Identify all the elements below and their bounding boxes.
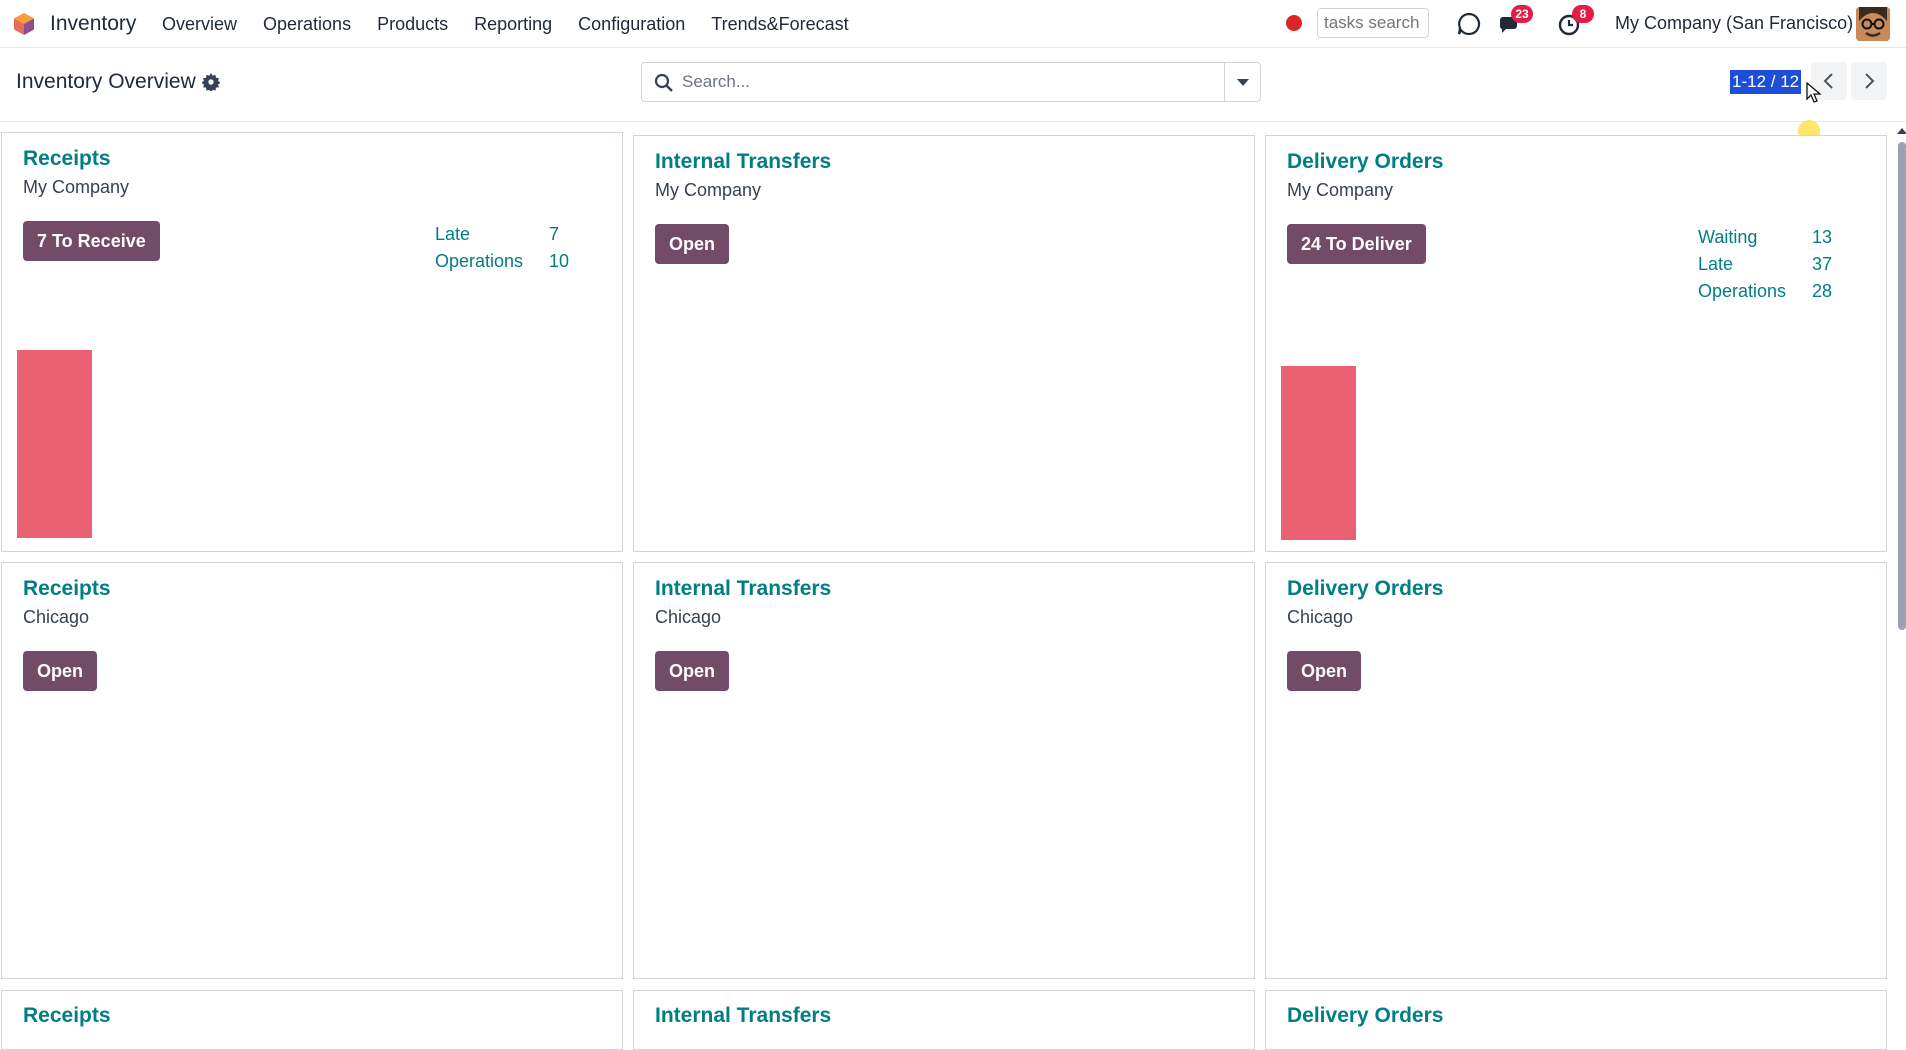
stat-operations[interactable]: Operations 28 xyxy=(1698,278,1832,305)
user-avatar[interactable] xyxy=(1856,7,1890,41)
menu-item-configuration[interactable]: Configuration xyxy=(578,14,685,35)
mouse-cursor-icon xyxy=(1806,82,1822,103)
top-navbar: Inventory Overview Operations Products R… xyxy=(0,0,1906,48)
menu-item-operations[interactable]: Operations xyxy=(263,14,351,35)
menu-item-trends-forecast[interactable]: Trends&Forecast xyxy=(711,14,848,35)
card-warehouse: My Company xyxy=(1287,180,1394,200)
voip-phone-icon[interactable] xyxy=(1456,11,1484,37)
open-button[interactable]: Open xyxy=(23,651,98,691)
operation-types-kanban: Receipts My Company 7 To Receive Late 7 … xyxy=(0,130,1887,1050)
menu-item-products[interactable]: Products xyxy=(377,14,448,35)
card-warehouse: Chicago xyxy=(1287,607,1354,627)
card-title[interactable]: Receipts xyxy=(23,147,111,171)
open-button[interactable]: Open xyxy=(1287,651,1362,691)
card-warehouse: My Company xyxy=(23,177,130,197)
menu-item-overview[interactable]: Overview xyxy=(162,14,237,35)
messages-icon[interactable]: 23 xyxy=(1497,5,1533,37)
search-icon xyxy=(654,73,673,92)
card-title[interactable]: Internal Transfers xyxy=(655,1004,831,1028)
company-switcher[interactable]: My Company (San Francisco) xyxy=(1615,13,1853,34)
chevron-left-icon xyxy=(1823,73,1833,89)
tasks-search-input[interactable] xyxy=(1317,8,1429,38)
card-title[interactable]: Delivery Orders xyxy=(1287,577,1443,601)
to-deliver-button[interactable]: 24 To Deliver xyxy=(1287,224,1426,264)
main-menu: Overview Operations Products Reporting C… xyxy=(162,0,875,48)
card-internal-transfers-chicago: Internal Transfers Chicago Open xyxy=(633,562,1255,979)
card-title[interactable]: Internal Transfers xyxy=(655,577,831,601)
stat-waiting[interactable]: Waiting 13 xyxy=(1698,224,1832,251)
scroll-thumb[interactable] xyxy=(1898,142,1906,630)
scroll-up-icon[interactable] xyxy=(1897,128,1906,134)
stat-operations[interactable]: Operations 10 xyxy=(435,248,569,275)
card-warehouse: Chicago xyxy=(23,607,90,627)
pager-next-button[interactable] xyxy=(1851,62,1887,100)
app-name[interactable]: Inventory xyxy=(50,12,136,36)
to-receive-button[interactable]: 7 To Receive xyxy=(23,221,160,261)
messages-count-badge: 23 xyxy=(1511,5,1533,23)
receipts-graph-bar[interactable] xyxy=(17,350,92,538)
open-button[interactable]: Open xyxy=(655,651,730,691)
card-stats: Late 7 Operations 10 xyxy=(435,221,569,275)
card-delivery-orders-my-company: Delivery Orders My Company 24 To Deliver… xyxy=(1265,135,1887,552)
card-internal-transfers-row3: Internal Transfers xyxy=(633,990,1255,1050)
delivery-graph-bar[interactable] xyxy=(1281,366,1356,540)
page-title: Inventory Overview xyxy=(16,70,196,93)
open-button[interactable]: Open xyxy=(655,224,730,264)
stat-late[interactable]: Late 7 xyxy=(435,221,569,248)
card-title[interactable]: Receipts xyxy=(23,577,111,601)
page-scrollbar[interactable] xyxy=(1894,128,1906,1034)
card-receipts-row3: Receipts xyxy=(1,990,623,1050)
pager-value[interactable]: 1-12 / 12 xyxy=(1730,70,1802,94)
card-delivery-orders-chicago: Delivery Orders Chicago Open xyxy=(1265,562,1887,979)
card-title[interactable]: Receipts xyxy=(23,1004,111,1028)
card-receipts-chicago: Receipts Chicago Open xyxy=(1,562,623,979)
gear-icon[interactable] xyxy=(202,73,220,91)
activities-count-badge: 8 xyxy=(1572,5,1594,23)
search-input[interactable] xyxy=(682,69,1242,95)
recording-indicator-icon[interactable] xyxy=(1286,15,1302,31)
card-internal-transfers-my-company: Internal Transfers My Company Open xyxy=(633,135,1255,552)
control-panel: Inventory Overview 1-12 / 12 xyxy=(0,48,1906,142)
inventory-app-icon[interactable] xyxy=(12,12,36,36)
search-bar xyxy=(641,62,1261,102)
chevron-right-icon xyxy=(1865,73,1875,89)
card-receipts-my-company: Receipts My Company 7 To Receive Late 7 … xyxy=(1,132,623,552)
activities-clock-icon[interactable]: 8 xyxy=(1558,5,1594,37)
card-title[interactable]: Delivery Orders xyxy=(1287,150,1443,174)
card-stats: Waiting 13 Late 37 Operations 28 xyxy=(1698,224,1832,305)
card-delivery-orders-row3: Delivery Orders xyxy=(1265,990,1887,1050)
menu-item-reporting[interactable]: Reporting xyxy=(474,14,552,35)
search-options-toggle-chevron-down-icon[interactable] xyxy=(1224,62,1261,102)
card-warehouse: My Company xyxy=(655,180,762,200)
stat-late[interactable]: Late 37 xyxy=(1698,251,1832,278)
card-title[interactable]: Delivery Orders xyxy=(1287,1004,1443,1028)
card-warehouse: Chicago xyxy=(655,607,722,627)
card-title[interactable]: Internal Transfers xyxy=(655,150,831,174)
